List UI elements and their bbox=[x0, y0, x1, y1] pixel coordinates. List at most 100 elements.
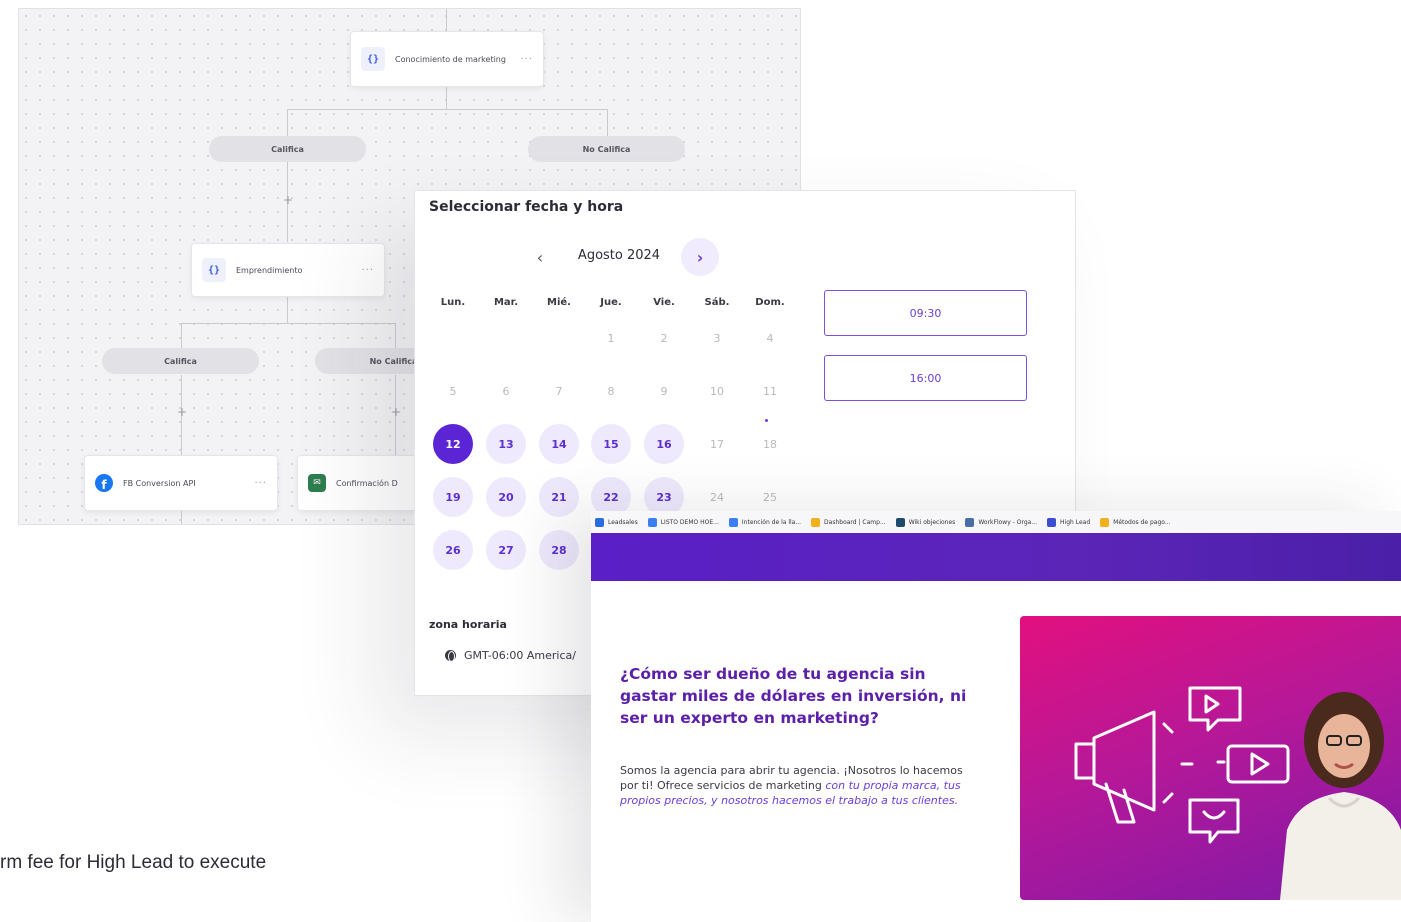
calendar-day[interactable]: 20 bbox=[486, 477, 526, 517]
weekday-label: Lun. bbox=[440, 297, 466, 308]
bookmark-label: Métodos de pago... bbox=[1113, 518, 1171, 526]
message-icon: ✉ bbox=[308, 474, 326, 492]
bookmark-item[interactable]: Wiki objeciones bbox=[895, 517, 956, 527]
more-options-icon[interactable]: ··· bbox=[520, 54, 533, 65]
bookmark-label: High Lead bbox=[1060, 518, 1091, 526]
weekday-label: Sáb. bbox=[704, 297, 730, 308]
add-step-icon[interactable]: + bbox=[177, 405, 187, 419]
weekday-label: Mié. bbox=[547, 297, 571, 308]
bookmark-item[interactable]: Métodos de pago... bbox=[1100, 517, 1171, 527]
calendar-day[interactable]: 27 bbox=[486, 530, 526, 570]
prev-month-button[interactable]: ‹ bbox=[523, 240, 557, 274]
bookmark-label: WorkFlowy - Orga... bbox=[978, 518, 1038, 526]
month-label: Agosto 2024 bbox=[577, 248, 661, 263]
calendar-day: 10 bbox=[710, 384, 724, 398]
bookmark-item[interactable]: Dashboard | Camp... bbox=[811, 517, 886, 527]
connector bbox=[607, 109, 608, 137]
timezone-selector[interactable]: GMT-06:00 America/ bbox=[445, 649, 576, 662]
bookmark-favicon-icon bbox=[965, 517, 975, 527]
weekday-label: Dom. bbox=[755, 297, 785, 308]
calendar-day: 18 bbox=[763, 437, 777, 451]
connector bbox=[181, 323, 182, 349]
bookmarks-bar: Leadsales LISTO DEMO HOE... Intención de l… bbox=[591, 511, 1401, 533]
caption-text: rm fee for High Lead to execute bbox=[0, 852, 267, 873]
calendar-day: 17 bbox=[710, 437, 724, 451]
more-options-icon[interactable]: ··· bbox=[361, 265, 374, 276]
node-label: Conocimiento de marketing bbox=[395, 54, 506, 64]
globe-icon bbox=[445, 650, 456, 662]
calendar-day: 3 bbox=[713, 331, 721, 345]
branch-no-califica[interactable]: No Califica bbox=[528, 136, 685, 162]
presenter-photo bbox=[1280, 692, 1401, 900]
calendar-day[interactable]: 13 bbox=[486, 424, 526, 464]
code-braces-icon: {} bbox=[202, 258, 226, 282]
node-emprendimiento[interactable]: {} Emprendimiento ··· bbox=[191, 243, 385, 297]
connector bbox=[446, 87, 447, 109]
calendar-day: 1 bbox=[607, 331, 615, 345]
calendar-day[interactable]: 28 bbox=[539, 530, 579, 570]
branch-califica[interactable]: Califica bbox=[102, 348, 259, 374]
weekday-label: Jue. bbox=[600, 297, 622, 308]
branch-califica[interactable]: Califica bbox=[209, 136, 366, 162]
calendar-day: 7 bbox=[555, 384, 563, 398]
calendar-day[interactable]: 14 bbox=[539, 424, 579, 464]
calendar-day: 2 bbox=[660, 331, 668, 345]
calendar-day[interactable]: 26 bbox=[433, 530, 473, 570]
connector bbox=[181, 511, 182, 524]
bookmark-item[interactable]: WorkFlowy - Orga... bbox=[965, 517, 1038, 527]
hero-video-card[interactable] bbox=[1020, 616, 1401, 900]
next-month-button[interactable]: › bbox=[681, 238, 719, 276]
calendar-day[interactable]: 19 bbox=[433, 477, 473, 517]
bookmark-item[interactable]: LISTO DEMO HOE... bbox=[647, 517, 719, 527]
landing-body: Somos la agencia para abrir tu agencia. … bbox=[620, 763, 980, 808]
node-fb-conversion-api[interactable]: f FB Conversion API ··· bbox=[84, 455, 278, 511]
calendar-day[interactable]: 12 bbox=[433, 424, 473, 464]
calendar-day: 5 bbox=[449, 384, 457, 398]
bookmark-label: Intención de la lla... bbox=[741, 518, 802, 526]
add-step-icon[interactable]: + bbox=[283, 193, 293, 207]
calendar-day: 9 bbox=[660, 384, 668, 398]
bookmark-favicon-icon bbox=[1047, 517, 1057, 527]
browser-window: Leadsales LISTO DEMO HOE... Intención de l… bbox=[591, 511, 1401, 922]
bookmark-label: Dashboard | Camp... bbox=[824, 518, 886, 526]
calendar-day[interactable]: 16 bbox=[644, 424, 684, 464]
bookmark-favicon-icon bbox=[728, 517, 738, 527]
connector bbox=[287, 109, 607, 110]
calendar-day: 11 bbox=[763, 384, 777, 398]
node-conocimiento-marketing[interactable]: {} Conocimiento de marketing ··· bbox=[350, 31, 544, 87]
bookmark-favicon-icon bbox=[895, 517, 905, 527]
time-slot[interactable]: 09:30 bbox=[824, 290, 1027, 336]
time-slot[interactable]: 16:00 bbox=[824, 355, 1027, 401]
weekday-label: Vie. bbox=[653, 297, 675, 308]
bookmark-label: Wiki objeciones bbox=[908, 518, 956, 526]
bookmark-favicon-icon bbox=[647, 517, 657, 527]
node-label: FB Conversion API bbox=[123, 478, 196, 488]
connector bbox=[181, 323, 395, 324]
month-navigation: ‹ Agosto 2024 › bbox=[523, 238, 723, 276]
more-options-icon[interactable]: ··· bbox=[254, 478, 267, 489]
bookmark-item[interactable]: Intención de la lla... bbox=[728, 517, 802, 527]
today-indicator bbox=[765, 419, 768, 422]
connector bbox=[287, 297, 288, 323]
picker-title: Seleccionar fecha y hora bbox=[429, 199, 624, 215]
landing-headline: ¿Cómo ser dueño de tu agencia sin gastar… bbox=[620, 665, 967, 727]
timezone-label: zona horaria bbox=[429, 618, 507, 631]
timezone-value: GMT-06:00 America/ bbox=[464, 649, 576, 662]
add-step-icon[interactable]: + bbox=[391, 405, 401, 419]
bookmark-item[interactable]: Leadsales bbox=[595, 517, 638, 527]
weekday-label: Mar. bbox=[493, 297, 518, 308]
bookmark-favicon-icon bbox=[1100, 517, 1110, 527]
connector bbox=[395, 323, 396, 349]
calendar-day: 4 bbox=[766, 331, 774, 345]
facebook-icon: f bbox=[95, 474, 113, 492]
bookmark-label: Leadsales bbox=[608, 518, 638, 526]
calendar-day[interactable]: 21 bbox=[539, 477, 579, 517]
site-header-band bbox=[591, 533, 1401, 581]
bookmark-item[interactable]: High Lead bbox=[1047, 517, 1091, 527]
calendar-day[interactable]: 15 bbox=[591, 424, 631, 464]
connector bbox=[446, 9, 447, 31]
composite-screenshot: {} Conocimiento de marketing ··· Calific… bbox=[0, 0, 1401, 922]
code-braces-icon: {} bbox=[361, 47, 385, 71]
bookmark-favicon-icon bbox=[595, 517, 604, 527]
bookmark-favicon-icon bbox=[811, 517, 821, 527]
